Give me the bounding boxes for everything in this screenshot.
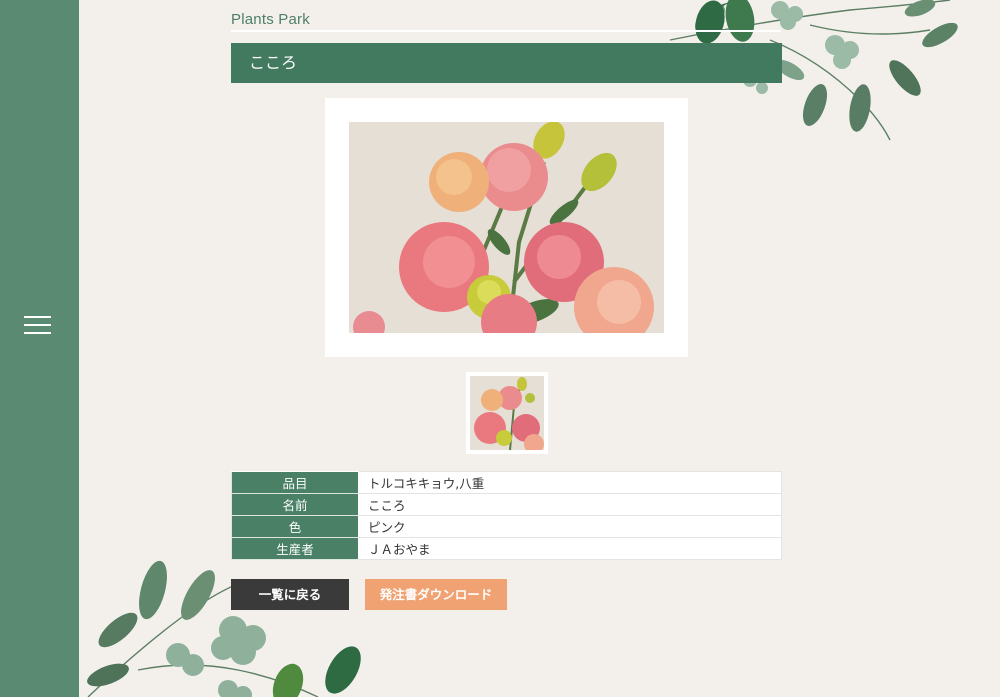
flower-thumbnail-icon [470,376,544,450]
table-row: 名前 こころ [231,493,782,516]
site-title[interactable]: Plants Park [231,11,310,28]
row-value: こころ [358,493,782,516]
row-label: 名前 [231,493,359,516]
row-label: 生産者 [231,537,359,560]
sidebar [0,0,79,697]
row-label: 色 [231,515,359,538]
main-flower-image [349,122,664,333]
hamburger-menu-icon[interactable] [24,314,51,336]
page-title: こころ [231,43,782,83]
thumbnail-button[interactable] [466,372,548,454]
row-value: ＪＡおやま [358,537,782,560]
back-to-list-button[interactable]: 一覧に戻る [231,579,349,610]
table-row: 色 ピンク [231,515,782,538]
title-divider [231,30,781,32]
menu-line [24,316,51,318]
table-row: 品目 トルコキキョウ,八重 [231,471,782,494]
table-row: 生産者 ＪＡおやま [231,537,782,560]
download-order-form-button[interactable]: 発注書ダウンロード [365,579,507,610]
menu-line [24,324,51,326]
product-info-table: 品目 トルコキキョウ,八重 名前 こころ 色 ピンク 生産者 ＪＡおやま [231,471,782,560]
main-photo-frame [325,98,688,357]
flower-photo-icon [349,122,664,333]
menu-line [24,332,51,334]
row-value: ピンク [358,515,782,538]
row-label: 品目 [231,471,359,494]
flower-thumbnail-image [470,376,544,450]
row-value: トルコキキョウ,八重 [358,471,782,494]
